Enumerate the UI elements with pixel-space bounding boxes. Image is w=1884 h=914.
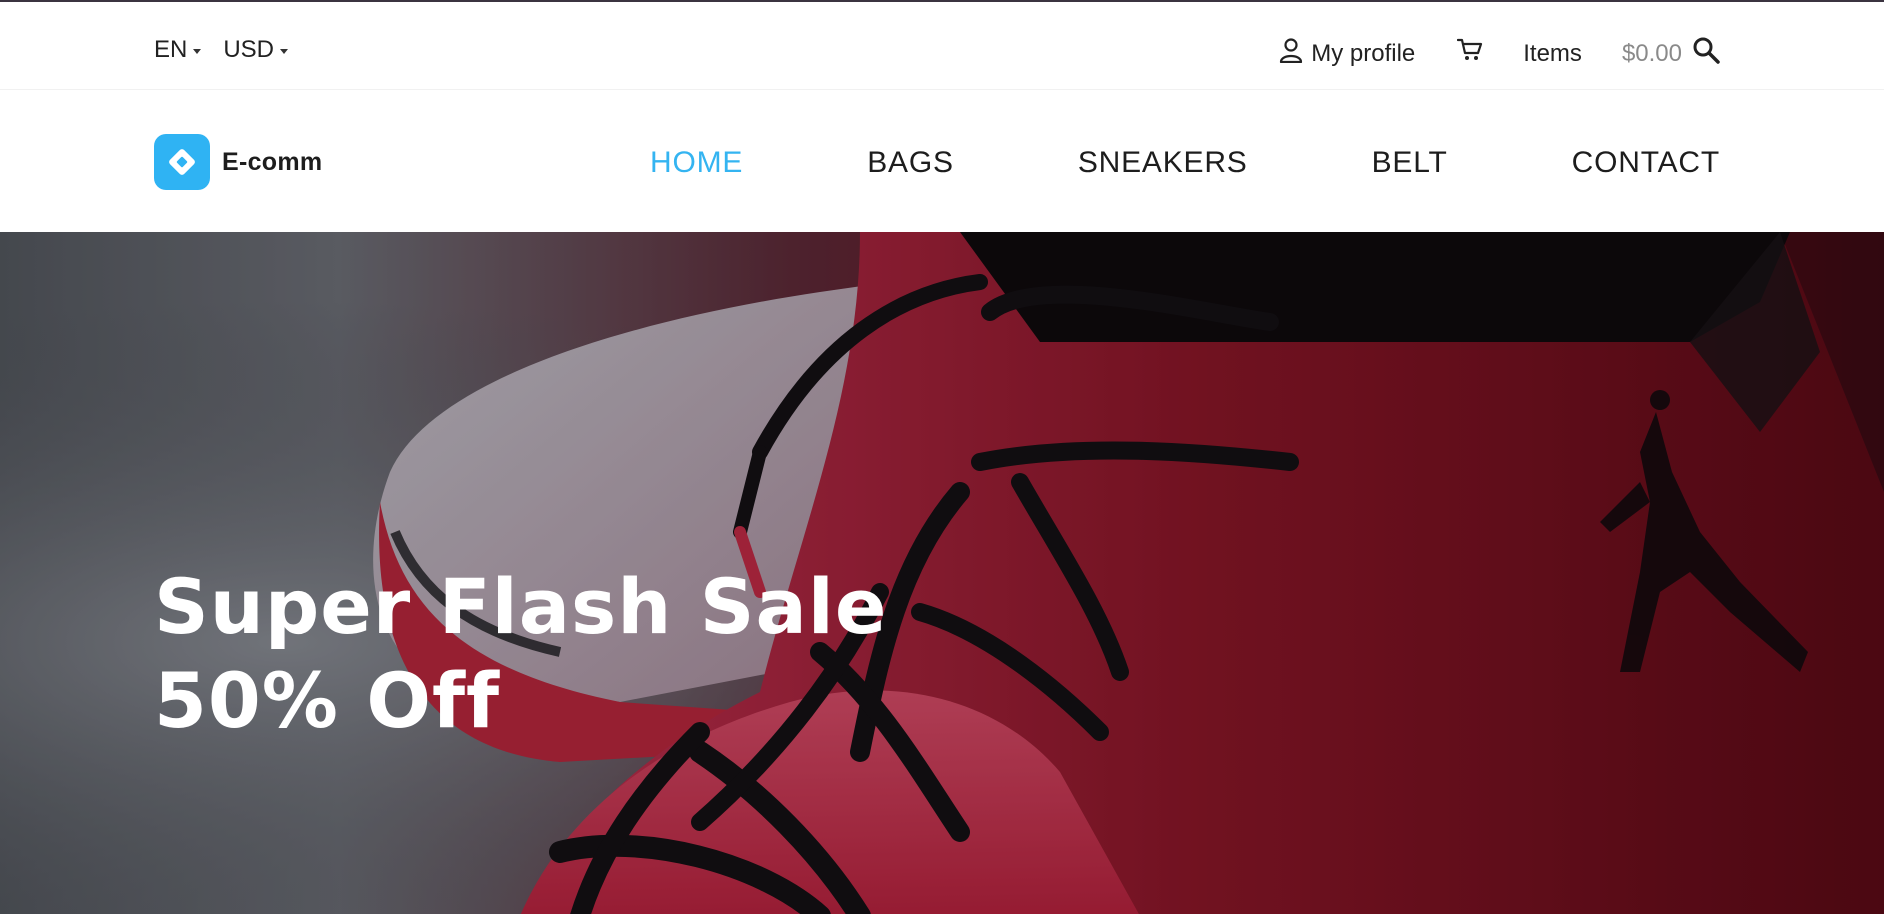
search-icon bbox=[1692, 36, 1720, 71]
search-button[interactable] bbox=[1692, 36, 1720, 71]
cart-button[interactable] bbox=[1457, 38, 1483, 69]
caret-down-icon bbox=[280, 48, 289, 54]
cart-items-link[interactable]: Items bbox=[1523, 40, 1582, 68]
currency-value: USD bbox=[223, 36, 275, 63]
my-profile-link[interactable]: My profile bbox=[1279, 37, 1415, 70]
caret-down-icon bbox=[193, 48, 202, 54]
user-icon bbox=[1279, 37, 1303, 70]
locale-selectors: EN USD bbox=[154, 36, 289, 64]
currency-dropdown[interactable]: USD bbox=[223, 36, 289, 64]
my-profile-label: My profile bbox=[1311, 39, 1416, 67]
diamond-logo-icon bbox=[154, 134, 210, 190]
language-value: EN bbox=[154, 36, 188, 63]
account-cart-area: My profile Items $0.00 bbox=[1279, 36, 1720, 71]
hero-headline-line-1: Super Flash Sale bbox=[154, 562, 888, 651]
cart-total: $0.00 bbox=[1621, 39, 1682, 67]
hero-headline-line-2: 50% Off bbox=[154, 656, 501, 745]
nav-item-contact[interactable]: CONTACT bbox=[1572, 146, 1720, 180]
nav-item-sneakers[interactable]: SNEAKERS bbox=[1078, 146, 1248, 180]
main-navigation: E-comm HOME BAGS SNEAKERS BELT CONTACT bbox=[0, 90, 1884, 232]
nav-links: HOME BAGS SNEAKERS BELT CONTACT bbox=[650, 146, 1720, 180]
nav-item-belt[interactable]: BELT bbox=[1372, 146, 1448, 180]
hero-headline: Super Flash Sale 50% Off bbox=[154, 560, 887, 748]
nav-item-home[interactable]: HOME bbox=[650, 146, 743, 180]
brand-name: E-comm bbox=[222, 147, 323, 176]
cart-icon bbox=[1457, 38, 1483, 69]
brand-logo[interactable]: E-comm bbox=[154, 134, 322, 190]
hero-banner: Super Flash Sale 50% Off bbox=[0, 232, 1884, 914]
language-dropdown[interactable]: EN bbox=[154, 36, 202, 64]
page: EN USD My profile Items $0.00 E-comm HOM… bbox=[0, 0, 1884, 914]
nav-item-bags[interactable]: BAGS bbox=[867, 146, 954, 180]
top-utility-bar: EN USD My profile Items $0.00 bbox=[0, 2, 1884, 90]
